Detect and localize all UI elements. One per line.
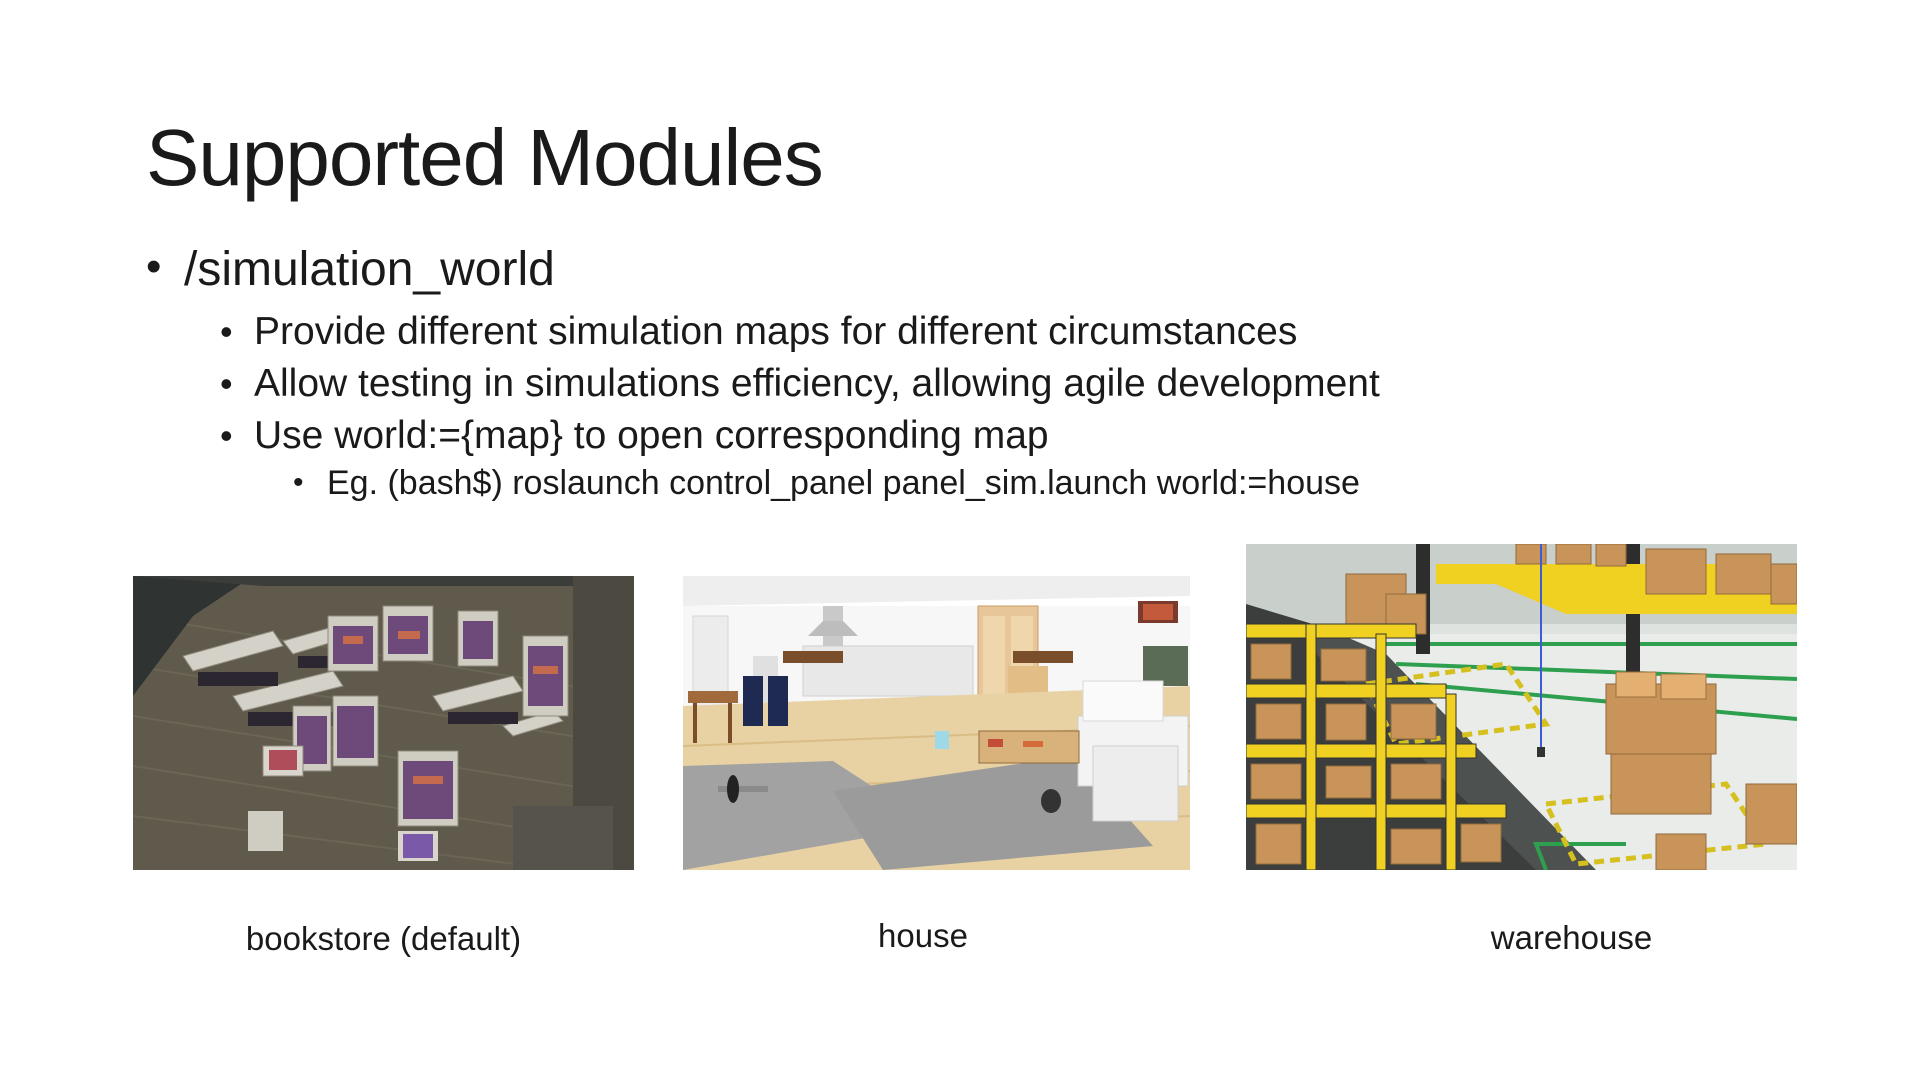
- bullet-text: /simulation_world: [184, 243, 555, 296]
- bullet-dot: •: [220, 311, 233, 352]
- sub-bullet-testing: • Allow testing in simulations efficienc…: [220, 362, 1380, 406]
- bullet-dot: •: [146, 242, 162, 291]
- bookstore-image: [133, 576, 634, 870]
- caption-bookstore: bookstore (default): [245, 920, 522, 957]
- house-image: [683, 576, 1190, 870]
- bullet-text: Use world:={map} to open corresponding m…: [254, 414, 1049, 457]
- bullet-dot: •: [220, 415, 233, 456]
- warehouse-image: [1246, 544, 1797, 870]
- slide-title: Supported Modules: [146, 113, 824, 202]
- bullet-text: Provide different simulation maps for di…: [254, 310, 1298, 353]
- bullet-text: Allow testing in simulations efficiency,…: [254, 362, 1380, 405]
- caption-warehouse: warehouse: [1490, 919, 1653, 956]
- bullet-dot: •: [293, 466, 304, 499]
- sub-bullet-maps: • Provide different simulation maps for …: [220, 310, 1297, 354]
- bullet-dot: •: [220, 363, 233, 404]
- sub-bullet-usage: • Use world:={map} to open corresponding…: [220, 414, 1049, 458]
- sub-sub-bullet-example: • Eg. (bash$) roslaunch control_panel pa…: [293, 464, 1360, 503]
- bullet-text: Eg. (bash$) roslaunch control_panel pane…: [327, 464, 1360, 502]
- caption-house: house: [878, 917, 968, 954]
- bullet-simulation-world: • /simulation_world: [146, 242, 555, 297]
